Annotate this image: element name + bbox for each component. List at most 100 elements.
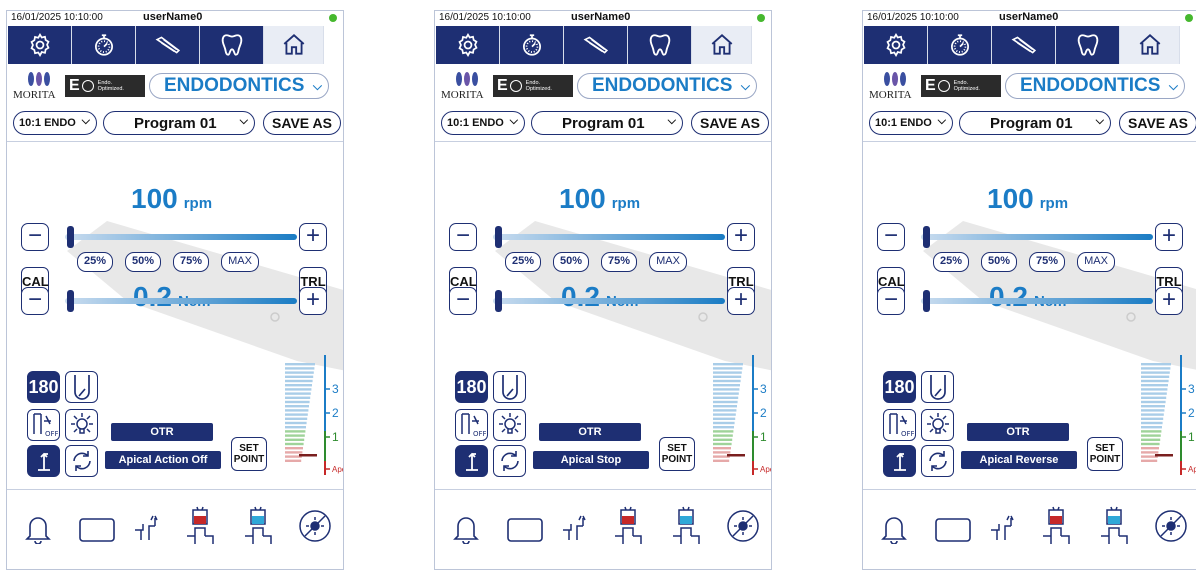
rectangle-icon[interactable] bbox=[79, 518, 115, 542]
save-as-button[interactable]: SAVE AS bbox=[691, 111, 769, 135]
irrigation-blue-icon[interactable] bbox=[241, 506, 275, 546]
irrigation-blue-icon[interactable] bbox=[669, 506, 703, 546]
apical-action-button[interactable] bbox=[883, 445, 916, 477]
pct-max-button[interactable]: MAX bbox=[649, 252, 687, 272]
save-as-button[interactable]: SAVE AS bbox=[263, 111, 341, 135]
set-point-button[interactable]: SET POINT bbox=[1087, 437, 1123, 471]
angle-180-button[interactable]: 180 bbox=[455, 371, 488, 403]
rotation-button[interactable] bbox=[65, 445, 98, 477]
pump-icon[interactable] bbox=[561, 512, 591, 544]
ratio-select[interactable]: 10:1 ENDO ⌵ bbox=[13, 111, 97, 135]
light-button[interactable] bbox=[493, 409, 526, 441]
pump-icon[interactable] bbox=[989, 512, 1019, 544]
rotation-button[interactable] bbox=[493, 445, 526, 477]
speed-slider-handle[interactable] bbox=[923, 226, 930, 248]
pct-50-button[interactable]: 50% bbox=[125, 252, 161, 272]
irrigation-red-icon[interactable] bbox=[1039, 506, 1073, 546]
ratio-select[interactable]: 10:1 ENDO ⌵ bbox=[441, 111, 525, 135]
speed-minus-button[interactable]: − bbox=[449, 223, 477, 251]
tooth-button[interactable] bbox=[200, 26, 264, 64]
auto-off-button[interactable]: OFF bbox=[27, 409, 60, 441]
pct-25-button[interactable]: 25% bbox=[77, 252, 113, 272]
angle-180-button[interactable]: 180 bbox=[883, 371, 916, 403]
speed-minus-button[interactable]: − bbox=[21, 223, 49, 251]
settings-button[interactable] bbox=[864, 26, 928, 64]
speed-slider[interactable] bbox=[493, 234, 725, 240]
torque-slider-handle[interactable] bbox=[495, 290, 502, 312]
tooth-button[interactable] bbox=[1056, 26, 1120, 64]
light-off-icon[interactable] bbox=[725, 508, 761, 544]
light-button[interactable] bbox=[921, 409, 954, 441]
speed-slider-handle[interactable] bbox=[495, 226, 502, 248]
apical-action-button[interactable] bbox=[27, 445, 60, 477]
rectangle-icon[interactable] bbox=[507, 518, 543, 542]
pct-max-button[interactable]: MAX bbox=[221, 252, 259, 272]
file-length-button[interactable] bbox=[921, 371, 954, 403]
speed-slider-handle[interactable] bbox=[67, 226, 74, 248]
file-length-button[interactable] bbox=[65, 371, 98, 403]
torque-slider-handle[interactable] bbox=[67, 290, 74, 312]
pct-75-button[interactable]: 75% bbox=[173, 252, 209, 272]
speed-minus-button[interactable]: − bbox=[877, 223, 905, 251]
light-off-icon[interactable] bbox=[1153, 508, 1189, 544]
torque-slider[interactable] bbox=[493, 298, 725, 304]
bell-icon[interactable] bbox=[453, 512, 479, 544]
set-point-button[interactable]: SET POINT bbox=[659, 437, 695, 471]
speed-plus-button[interactable]: + bbox=[727, 223, 755, 251]
pct-50-button[interactable]: 50% bbox=[553, 252, 589, 272]
torque-plus-button[interactable]: + bbox=[727, 287, 755, 315]
speed-plus-button[interactable]: + bbox=[299, 223, 327, 251]
pct-25-button[interactable]: 25% bbox=[933, 252, 969, 272]
mode-select[interactable]: ENDODONTICS ⌵ bbox=[149, 73, 329, 99]
settings-button[interactable] bbox=[8, 26, 72, 64]
auto-off-button[interactable]: OFF bbox=[883, 409, 916, 441]
torque-minus-button[interactable]: − bbox=[877, 287, 905, 315]
bell-icon[interactable] bbox=[25, 512, 51, 544]
torque-slider[interactable] bbox=[65, 298, 297, 304]
ratio-select[interactable]: 10:1 ENDO ⌵ bbox=[869, 111, 953, 135]
pct-75-button[interactable]: 75% bbox=[601, 252, 637, 272]
timer-button[interactable] bbox=[72, 26, 136, 64]
torque-minus-button[interactable]: − bbox=[21, 287, 49, 315]
torque-plus-button[interactable]: + bbox=[299, 287, 327, 315]
mode-select[interactable]: ENDODONTICS ⌵ bbox=[577, 73, 757, 99]
file-button[interactable] bbox=[136, 26, 200, 64]
timer-button[interactable] bbox=[928, 26, 992, 64]
irrigation-red-icon[interactable] bbox=[183, 506, 217, 546]
angle-180-button[interactable]: 180 bbox=[27, 371, 60, 403]
save-as-button[interactable]: SAVE AS bbox=[1119, 111, 1196, 135]
pump-icon[interactable] bbox=[133, 512, 163, 544]
irrigation-red-icon[interactable] bbox=[611, 506, 645, 546]
torque-slider[interactable] bbox=[921, 298, 1153, 304]
auto-off-button[interactable]: OFF bbox=[455, 409, 488, 441]
speed-slider[interactable] bbox=[921, 234, 1153, 240]
light-button[interactable] bbox=[65, 409, 98, 441]
program-select[interactable]: Program 01 ⌵ bbox=[959, 111, 1111, 135]
home-button[interactable] bbox=[692, 26, 752, 64]
rotation-button[interactable] bbox=[921, 445, 954, 477]
pct-75-button[interactable]: 75% bbox=[1029, 252, 1065, 272]
torque-plus-button[interactable]: + bbox=[1155, 287, 1183, 315]
set-point-button[interactable]: SET POINT bbox=[231, 437, 267, 471]
torque-minus-button[interactable]: − bbox=[449, 287, 477, 315]
irrigation-blue-icon[interactable] bbox=[1097, 506, 1131, 546]
program-select[interactable]: Program 01 ⌵ bbox=[103, 111, 255, 135]
settings-button[interactable] bbox=[436, 26, 500, 64]
file-button[interactable] bbox=[992, 26, 1056, 64]
pct-50-button[interactable]: 50% bbox=[981, 252, 1017, 272]
light-off-icon[interactable] bbox=[297, 508, 333, 544]
home-button[interactable] bbox=[264, 26, 324, 64]
file-length-button[interactable] bbox=[493, 371, 526, 403]
file-button[interactable] bbox=[564, 26, 628, 64]
pct-max-button[interactable]: MAX bbox=[1077, 252, 1115, 272]
pct-25-button[interactable]: 25% bbox=[505, 252, 541, 272]
apical-action-button[interactable] bbox=[455, 445, 488, 477]
tooth-button[interactable] bbox=[628, 26, 692, 64]
speed-slider[interactable] bbox=[65, 234, 297, 240]
bell-icon[interactable] bbox=[881, 512, 907, 544]
rectangle-icon[interactable] bbox=[935, 518, 971, 542]
torque-slider-handle[interactable] bbox=[923, 290, 930, 312]
timer-button[interactable] bbox=[500, 26, 564, 64]
mode-select[interactable]: ENDODONTICS ⌵ bbox=[1005, 73, 1185, 99]
program-select[interactable]: Program 01 ⌵ bbox=[531, 111, 683, 135]
